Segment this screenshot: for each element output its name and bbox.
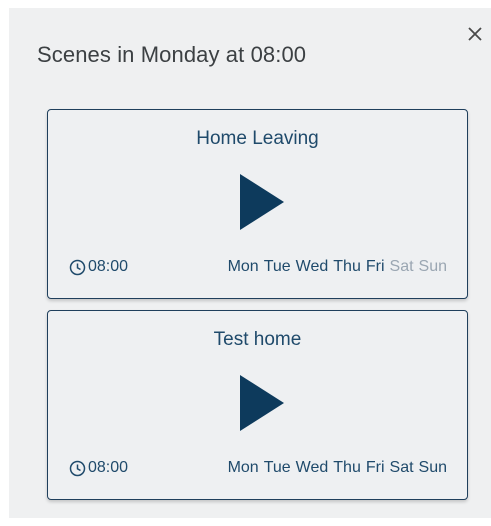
scene-card[interactable]: Test home 08:00 Mon Tue Wed Thu Fri Sat … xyxy=(47,310,468,500)
day-sun: Sun xyxy=(418,459,447,476)
day-sat: Sat xyxy=(389,258,414,275)
scene-card[interactable]: Home Leaving 08:00 Mon Tue Wed Thu Fri S… xyxy=(47,109,468,299)
scenes-dialog: Scenes in Monday at 08:00 Home Leaving 0… xyxy=(9,8,491,518)
scene-name: Home Leaving xyxy=(196,128,319,149)
day-tue: Tue xyxy=(263,459,291,476)
scene-time-value: 08:00 xyxy=(88,258,129,275)
play-icon[interactable] xyxy=(238,373,286,433)
day-wed: Wed xyxy=(295,258,329,275)
scene-days: Mon Tue Wed Thu Fri Sat Sun xyxy=(228,258,447,276)
scene-time: 08:00 xyxy=(69,459,128,477)
scene-name: Test home xyxy=(213,329,302,350)
clock-icon xyxy=(69,259,86,276)
scene-days: Mon Tue Wed Thu Fri Sat Sun xyxy=(228,459,447,477)
close-icon[interactable] xyxy=(467,26,483,42)
day-wed: Wed xyxy=(295,459,329,476)
day-sat: Sat xyxy=(389,459,414,476)
day-tue: Tue xyxy=(263,258,291,275)
day-sun: Sun xyxy=(418,258,447,275)
dialog-title: Scenes in Monday at 08:00 xyxy=(37,42,307,67)
day-fri: Fri xyxy=(365,258,385,275)
day-fri: Fri xyxy=(365,459,385,476)
close-button[interactable] xyxy=(463,22,487,46)
day-thu: Thu xyxy=(333,258,361,275)
scene-time-value: 08:00 xyxy=(88,459,129,476)
day-thu: Thu xyxy=(333,459,361,476)
scene-time: 08:00 xyxy=(69,258,128,276)
clock-icon xyxy=(69,460,86,477)
day-mon: Mon xyxy=(227,258,259,275)
play-icon[interactable] xyxy=(238,172,286,232)
day-mon: Mon xyxy=(227,459,259,476)
